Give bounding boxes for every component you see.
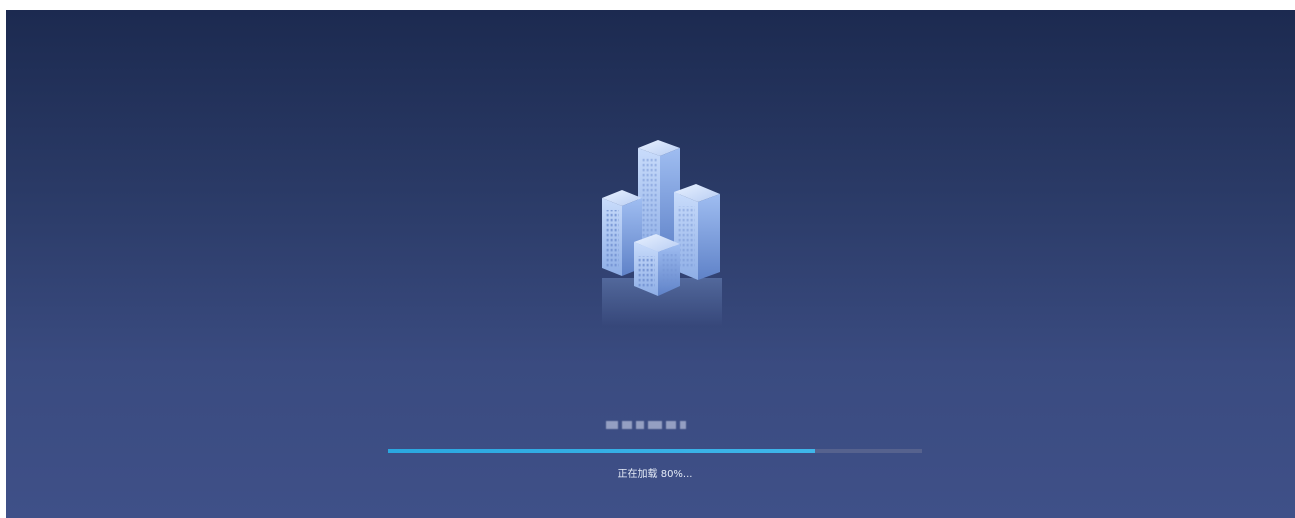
loading-percent: 80%... bbox=[660, 469, 693, 480]
progress-bar bbox=[388, 449, 922, 453]
loading-screen: 正在加载 80%... bbox=[6, 10, 1295, 518]
progress-bar-fill bbox=[388, 449, 816, 453]
loading-status: 正在加载 80%... bbox=[388, 465, 922, 480]
blurred-title bbox=[606, 418, 716, 432]
loading-status-label: 正在加载 bbox=[617, 469, 658, 480]
city-buildings-icon bbox=[602, 140, 722, 326]
